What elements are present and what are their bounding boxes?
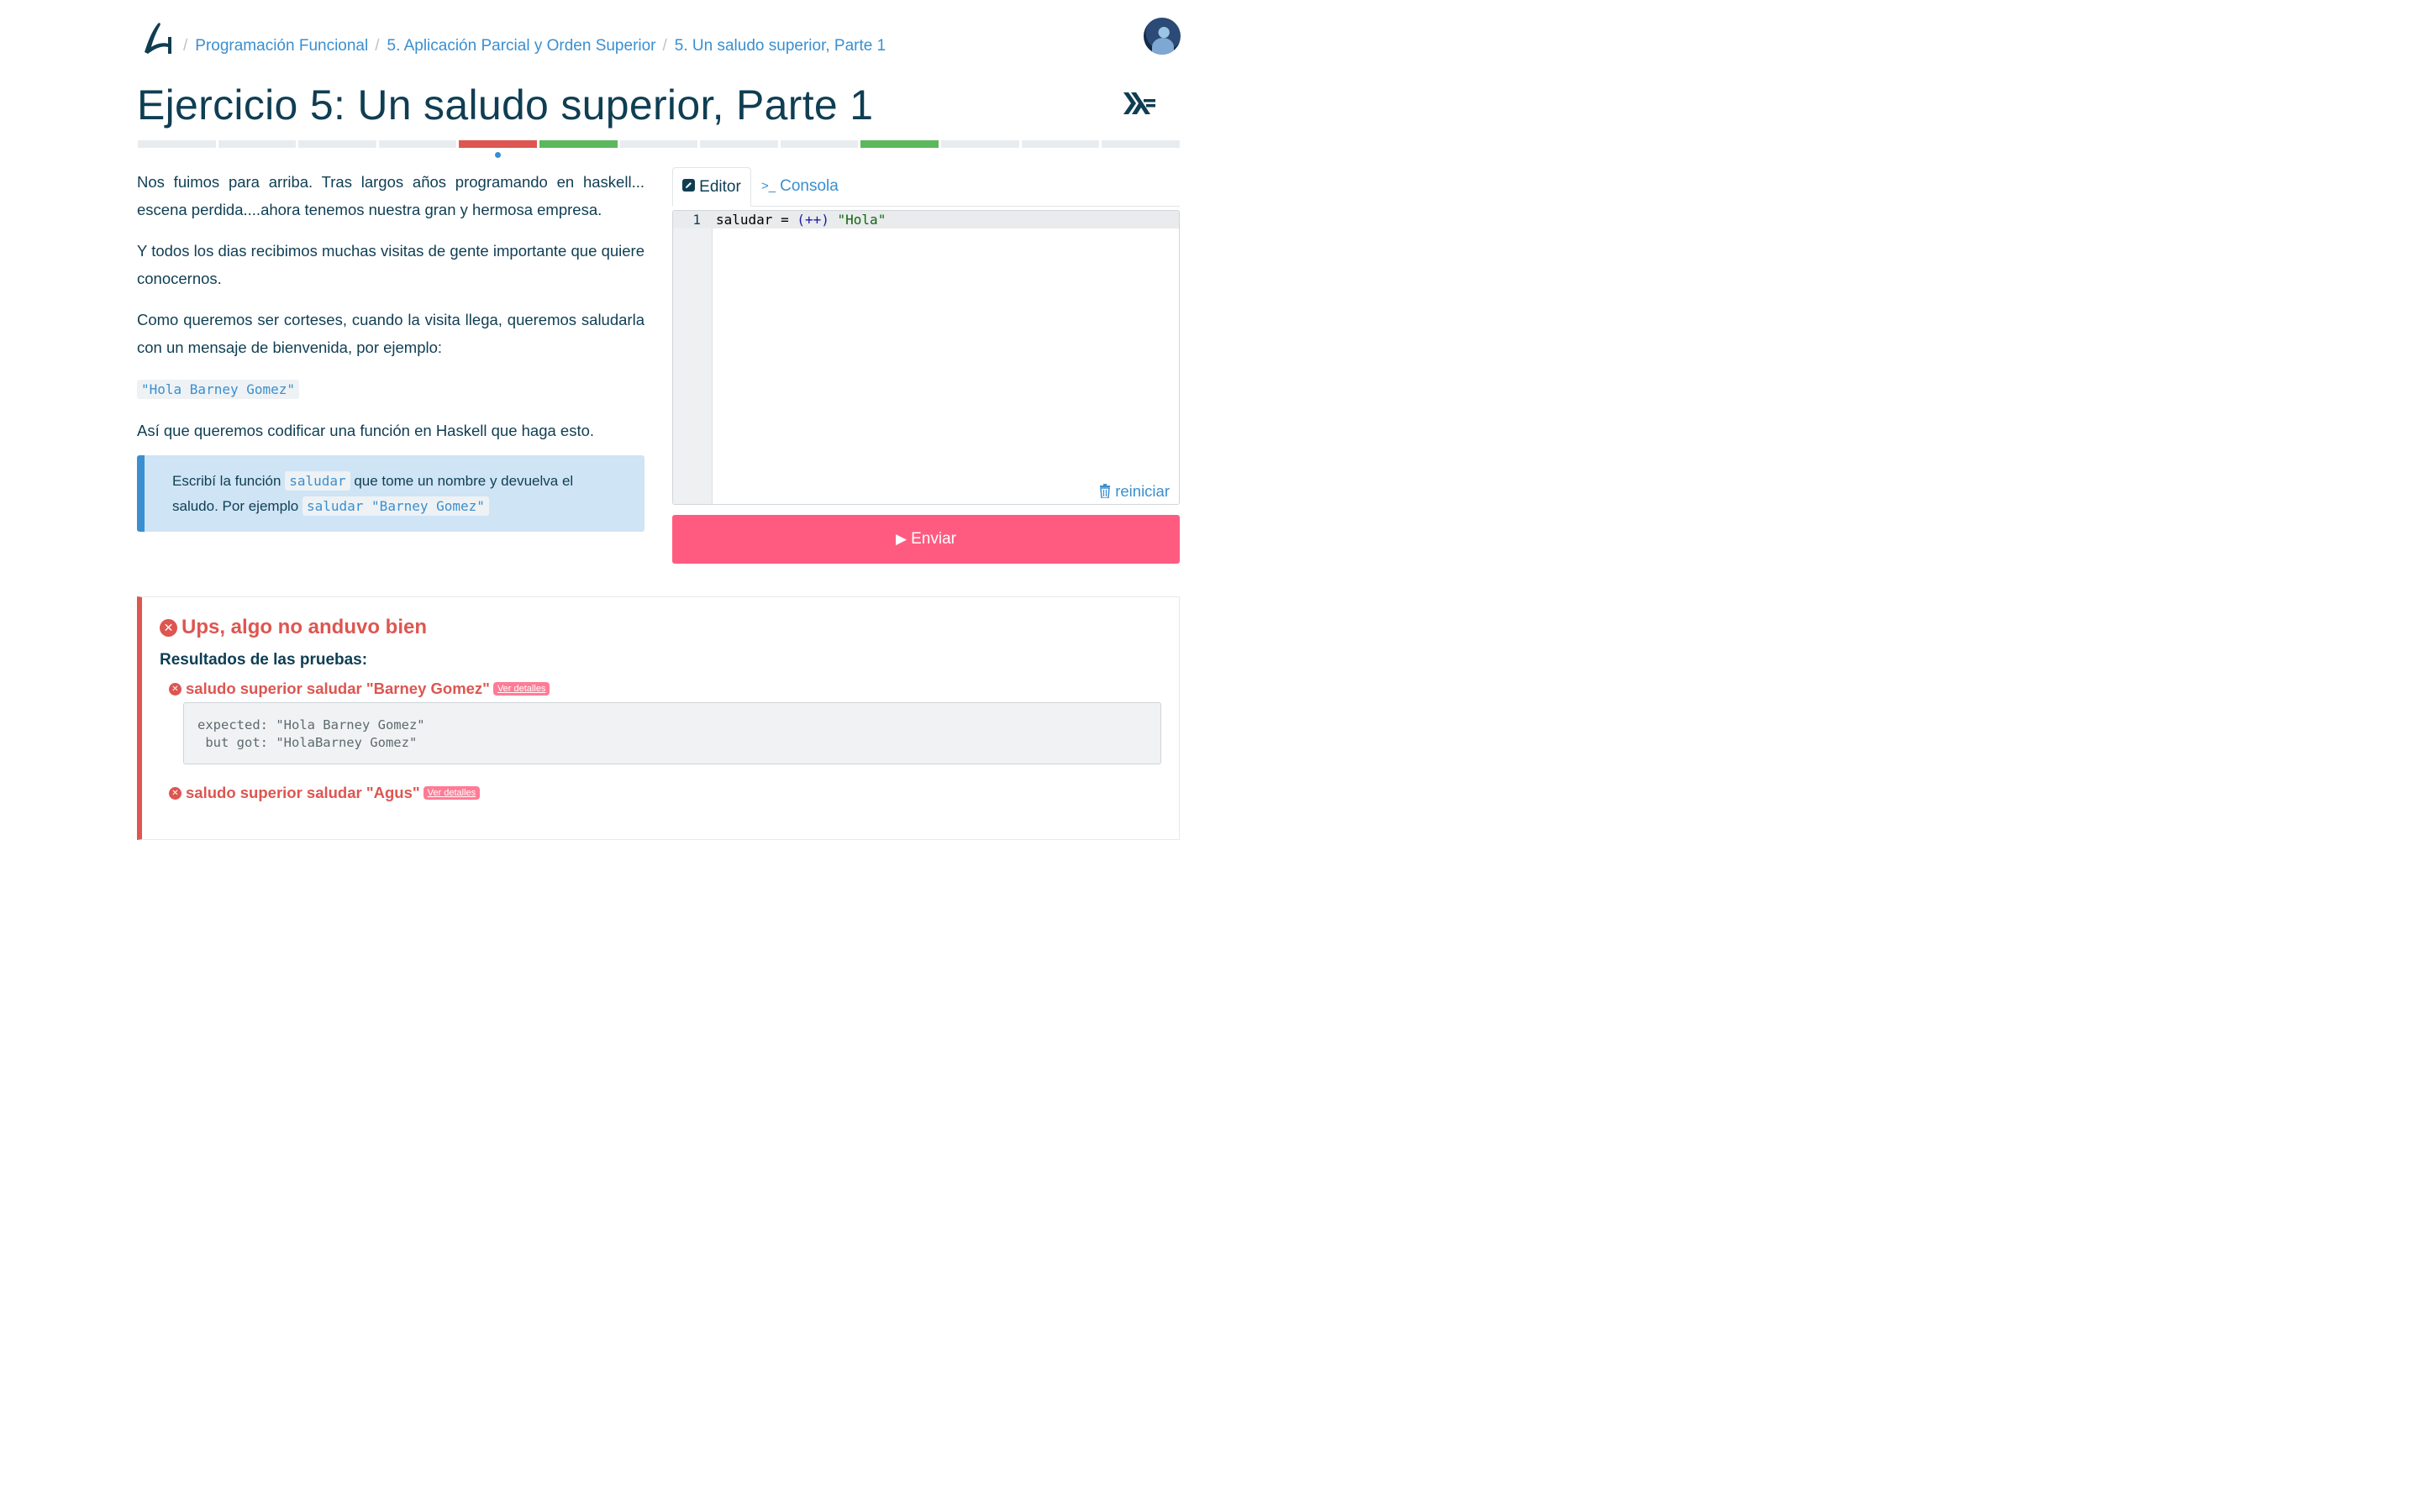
progress-segment[interactable]: [459, 140, 538, 148]
progress-segment[interactable]: [860, 140, 939, 148]
code-operator: ++: [804, 212, 822, 228]
progress-segment[interactable]: [138, 140, 216, 148]
description-paragraph: Así que queremos codificar una función e…: [137, 422, 595, 439]
description-paragraph: Como queremos ser corteses, cuando la vi…: [137, 311, 644, 356]
progress-segment[interactable]: [539, 140, 618, 148]
test-result-item: ✕ saludo superior saludar "Barney Gomez"…: [169, 680, 550, 698]
exercise-progress-bar: [138, 140, 1180, 148]
assignment-code: saludar "Barney Gomez": [302, 496, 489, 516]
submit-button[interactable]: ▶ Enviar: [672, 515, 1180, 564]
reset-label: reiniciar: [1115, 482, 1170, 500]
error-circle-icon: ✕: [160, 618, 177, 637]
result-title: ✕ Ups, algo no anduvo bien: [160, 616, 427, 639]
terminal-icon: >_: [761, 179, 776, 193]
reset-button[interactable]: reiniciar: [1099, 482, 1170, 501]
test-output: expected: "Hola Barney Gomez" but got: "…: [183, 702, 1161, 764]
trash-icon: [1099, 482, 1115, 500]
progress-segment[interactable]: [941, 140, 1019, 148]
code-string: "Hola": [829, 212, 886, 228]
breadcrumb-separator: /: [662, 37, 667, 55]
progress-segment[interactable]: [378, 140, 457, 148]
assignment-box: Escribí la función saludar que tome un n…: [137, 455, 644, 532]
result-subtitle: Resultados de las pruebas:: [160, 651, 368, 669]
progress-segment[interactable]: [780, 140, 859, 148]
haskell-icon: [1123, 92, 1155, 114]
breadcrumb-item-lesson[interactable]: 5. Aplicación Parcial y Orden Superior: [387, 37, 656, 55]
assignment-code: saludar: [285, 471, 350, 491]
description-paragraph: Nos fuimos para arriba. Tras largos años…: [137, 173, 644, 218]
description-paragraph: Y todos los dias recibimos muchas visita…: [137, 242, 644, 287]
details-button[interactable]: Ver detalles: [423, 786, 481, 800]
editor-gutter: [673, 211, 713, 504]
progress-segment[interactable]: [700, 140, 778, 148]
details-button[interactable]: Ver detalles: [492, 682, 550, 696]
code-example: "Hola Barney Gomez": [137, 380, 300, 399]
tab-editor[interactable]: Editor: [672, 167, 751, 207]
breadcrumb-item-course[interactable]: Programación Funcional: [195, 37, 368, 55]
progress-segment[interactable]: [619, 140, 698, 148]
exercise-title: Ejercicio 5: Un saludo superior, Parte 1: [137, 81, 874, 129]
line-number: 1: [692, 212, 701, 228]
code-paren-close: ): [821, 212, 829, 228]
assignment-text: Escribí la función: [172, 473, 286, 489]
test-name: saludo superior saludar "Barney Gomez": [186, 680, 490, 697]
mumuki-logo-icon[interactable]: [139, 18, 175, 57]
code-equals: =: [772, 212, 797, 228]
error-circle-icon: ✕: [169, 786, 182, 800]
pencil-square-icon: [682, 179, 696, 195]
test-results-panel: ✕ Ups, algo no anduvo bien Resultados de…: [137, 596, 1180, 840]
current-exercise-indicator: [495, 152, 501, 158]
play-icon: ▶: [896, 531, 908, 547]
progress-segment[interactable]: [218, 140, 297, 148]
result-title-text: Ups, algo no anduvo bien: [182, 616, 428, 638]
error-circle-icon: ✕: [169, 682, 182, 696]
test-result-item: ✕ saludo superior saludar "Agus" Ver det…: [169, 784, 481, 802]
tab-editor-label: Editor: [699, 177, 741, 196]
code-line[interactable]: saludar = (++) "Hola": [716, 212, 886, 228]
code-paren-open: (: [797, 212, 805, 228]
progress-segment[interactable]: [1102, 140, 1180, 148]
breadcrumb-separator: /: [183, 37, 188, 55]
breadcrumb-item-exercise[interactable]: 5. Un saludo superior, Parte 1: [675, 37, 886, 55]
user-avatar[interactable]: [1144, 18, 1181, 55]
code-identifier: saludar: [716, 212, 773, 228]
tab-console-label: Consola: [780, 176, 839, 195]
breadcrumb: / Programación Funcional / 5. Aplicación…: [182, 35, 891, 57]
progress-segment[interactable]: [298, 140, 376, 148]
test-name: saludo superior saludar "Agus": [186, 784, 420, 801]
progress-segment[interactable]: [1021, 140, 1100, 148]
breadcrumb-separator: /: [375, 37, 380, 55]
code-editor[interactable]: 1 saludar = (++) "Hola" reiniciar: [672, 210, 1180, 505]
tab-console[interactable]: >_ Consola: [761, 167, 839, 205]
submit-label: Enviar: [911, 530, 956, 548]
exercise-description: Nos fuimos para arriba. Tras largos años…: [137, 168, 644, 458]
editor-tabs: Editor >_ Consola: [672, 167, 1180, 207]
